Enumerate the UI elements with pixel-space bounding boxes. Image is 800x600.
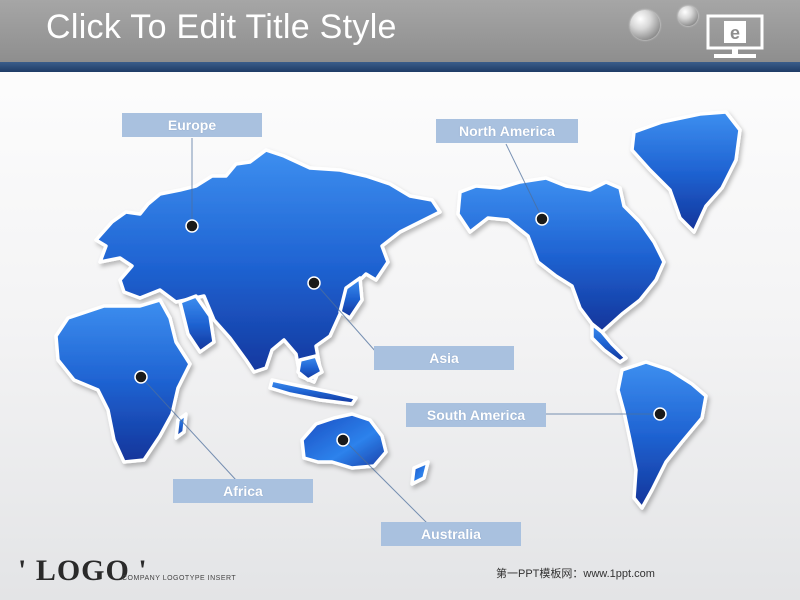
greenland-island <box>630 110 742 234</box>
south-america-marker <box>653 407 667 421</box>
australia-marker <box>336 433 350 447</box>
europe-label[interactable]: Europe <box>122 113 262 137</box>
slide-title[interactable]: Click To Edit Title Style <box>46 8 397 47</box>
title-stripe <box>0 62 800 72</box>
borneo-island <box>296 354 324 382</box>
bubble-small-icon <box>678 6 698 26</box>
company-logo: ' LOGO ' <box>18 554 148 587</box>
new-zealand-island <box>410 460 430 486</box>
monitor-glyph: e <box>730 23 740 43</box>
credit-text: 第一PPT模板网：www.1ppt.com <box>496 568 655 580</box>
north-america-marker <box>535 212 549 226</box>
europe-marker <box>185 219 199 233</box>
north-america-continent <box>456 176 666 334</box>
africa-continent <box>54 298 192 464</box>
indonesia-islands <box>268 378 358 406</box>
madagascar-island <box>174 412 188 440</box>
south-america-continent <box>616 360 708 510</box>
asia-marker <box>307 276 321 290</box>
south-america-label[interactable]: South America <box>406 403 546 427</box>
monitor-icon: e <box>706 14 764 60</box>
central-america-region <box>590 322 628 364</box>
logo-subtext: COMPANY LOGOTYPE INSERT <box>122 575 237 582</box>
africa-marker <box>134 370 148 384</box>
asia-label[interactable]: Asia <box>374 346 514 370</box>
north-america-label[interactable]: North America <box>436 119 578 143</box>
australia-label[interactable]: Australia <box>381 522 521 546</box>
africa-label[interactable]: Africa <box>173 479 313 503</box>
bubble-large-icon <box>630 10 660 40</box>
world-map <box>54 110 742 525</box>
